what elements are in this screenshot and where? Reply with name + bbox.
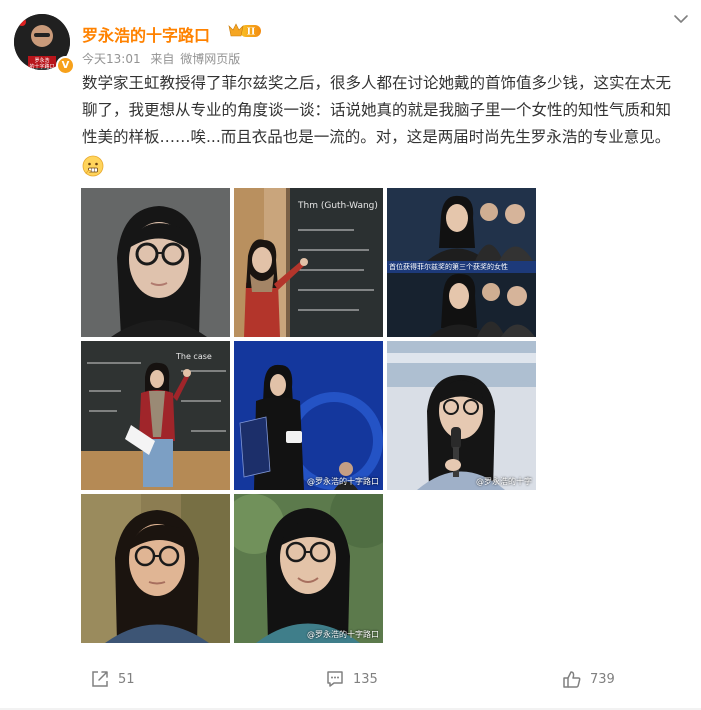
- photo-5-watermark: @罗永浩的十字路口: [307, 477, 379, 486]
- photo-4-lecture-chalkboard[interactable]: The case: [81, 341, 230, 490]
- weibo-post-card: 罗永浩 的十字路口 V 罗永浩的十字路口 II 今天13:01 来自 微博网页版…: [0, 0, 701, 710]
- post-source[interactable]: 微博网页版: [180, 52, 240, 66]
- vip-level-label: II: [247, 28, 255, 38]
- source-prefix: 来自: [150, 52, 175, 66]
- photo-3-tv-screencap[interactable]: 首位获得菲尔兹奖的第三个获奖的女性: [387, 188, 536, 337]
- avatar-caption-1: 罗永浩: [34, 57, 49, 64]
- share-icon: [92, 671, 108, 687]
- photo-2-chalkboard-pointing[interactable]: Thm (Guth-Wang): [234, 188, 383, 337]
- photo-1-portrait-closeup[interactable]: [81, 188, 230, 337]
- share-count: 51: [118, 671, 135, 687]
- like-count: 739: [590, 671, 615, 687]
- post-text: 数学家王虹教授得了菲尔兹奖之后，很多人都在讨论她戴的首饰值多少钱，这实在太无聊了…: [82, 74, 672, 146]
- photo-5-award-stage[interactable]: @罗永浩的十字路口: [234, 341, 383, 490]
- comment-count: 135: [353, 671, 378, 687]
- post-time[interactable]: 今天13:01: [82, 52, 141, 66]
- vip-crown-icon[interactable]: II: [228, 22, 262, 40]
- share-button[interactable]: 51: [90, 668, 135, 690]
- grimace-emoji-icon: [82, 155, 104, 177]
- post-meta: 今天13:01 来自 微博网页版: [82, 50, 246, 67]
- like-button[interactable]: 739: [562, 668, 615, 690]
- verified-badge-icon: V: [56, 56, 75, 75]
- photo-2-board-text: Thm (Guth-Wang): [297, 201, 378, 211]
- photo-7-outdoor-portrait[interactable]: [81, 494, 230, 643]
- username-link[interactable]: 罗永浩的十字路口: [82, 22, 210, 46]
- photo-4-board-text: The case: [175, 352, 212, 361]
- photo-6-microphone[interactable]: @罗永浩的十字: [387, 341, 536, 490]
- photo-3-banner: 首位获得菲尔兹奖的第三个获奖的女性: [387, 261, 536, 273]
- like-icon: [563, 671, 581, 688]
- comment-icon: [327, 671, 343, 687]
- comment-button[interactable]: 135: [325, 668, 378, 690]
- photo-8-headshot-smile[interactable]: @罗永浩的十字路口: [234, 494, 383, 643]
- chevron-down-icon[interactable]: [672, 10, 690, 28]
- avatar-caption-2: 的十字路口: [29, 63, 54, 70]
- photo-6-watermark: @罗永浩的十字: [476, 477, 532, 486]
- photo-8-watermark: @罗永浩的十字路口: [307, 630, 379, 639]
